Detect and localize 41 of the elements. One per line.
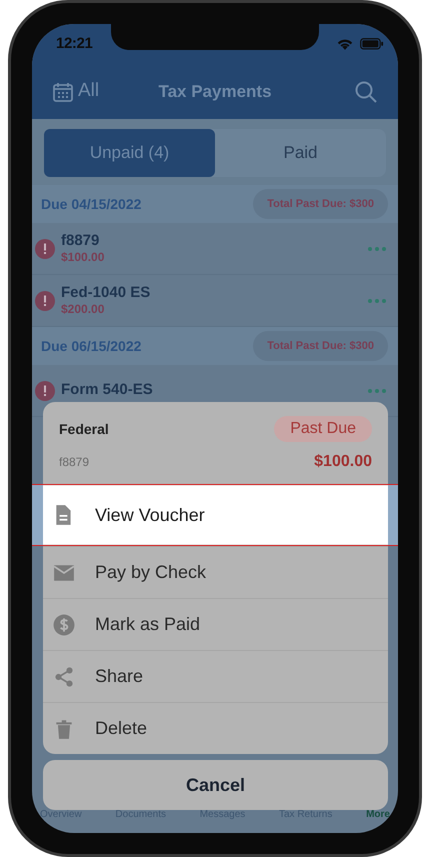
- status-badge: Past Due: [274, 416, 372, 442]
- more-button[interactable]: [368, 246, 386, 250]
- action-item[interactable]: Mark as Paid: [43, 598, 388, 650]
- payment-name: f8879: [61, 232, 100, 250]
- dollar-icon: [53, 614, 75, 636]
- more-button[interactable]: [368, 298, 386, 302]
- payment-amount: $200.00: [61, 302, 106, 318]
- battery-icon: [360, 38, 384, 50]
- action-item[interactable]: View Voucher: [32, 484, 398, 546]
- payment-amount: $100.00: [61, 250, 104, 266]
- section-date: Due 04/15/2022: [41, 194, 142, 214]
- search-icon: [354, 80, 378, 104]
- share-icon: [53, 666, 75, 688]
- alert-icon: [35, 380, 55, 400]
- segment-tab[interactable]: Paid: [215, 129, 386, 177]
- more-button[interactable]: [368, 388, 386, 392]
- status-time: 12:21: [56, 34, 92, 54]
- alert-icon: [35, 290, 55, 310]
- action-item[interactable]: Pay by Check: [43, 546, 388, 598]
- action-item[interactable]: Share: [43, 650, 388, 702]
- more-icon: [368, 246, 386, 250]
- payment-name: Form 540-ES: [61, 381, 153, 400]
- more-icon: [368, 298, 386, 302]
- search-button[interactable]: [354, 80, 378, 104]
- sheet-title: Federal: [59, 420, 109, 438]
- calendar-icon: [52, 80, 74, 102]
- amount: $100.00: [314, 452, 372, 472]
- cancel-button[interactable]: Cancel: [43, 760, 388, 810]
- more-icon: [368, 388, 386, 392]
- past-due-badge: Total Past Due: $300: [253, 188, 388, 220]
- alert-icon: [35, 238, 55, 258]
- form-name: f8879: [59, 454, 90, 471]
- tab-bar-item[interactable]: More: [366, 807, 390, 822]
- past-due-badge: Total Past Due: $300: [253, 330, 388, 362]
- section-date: Due 06/15/2022: [41, 336, 142, 356]
- wifi-icon: [336, 38, 354, 50]
- segment-tab[interactable]: Unpaid (4): [44, 129, 215, 177]
- action-item[interactable]: Delete: [43, 702, 388, 754]
- nav-title: Tax Payments: [158, 80, 272, 103]
- payment-name: Fed-1040 ES: [61, 284, 150, 302]
- filter-button[interactable]: All: [52, 77, 100, 106]
